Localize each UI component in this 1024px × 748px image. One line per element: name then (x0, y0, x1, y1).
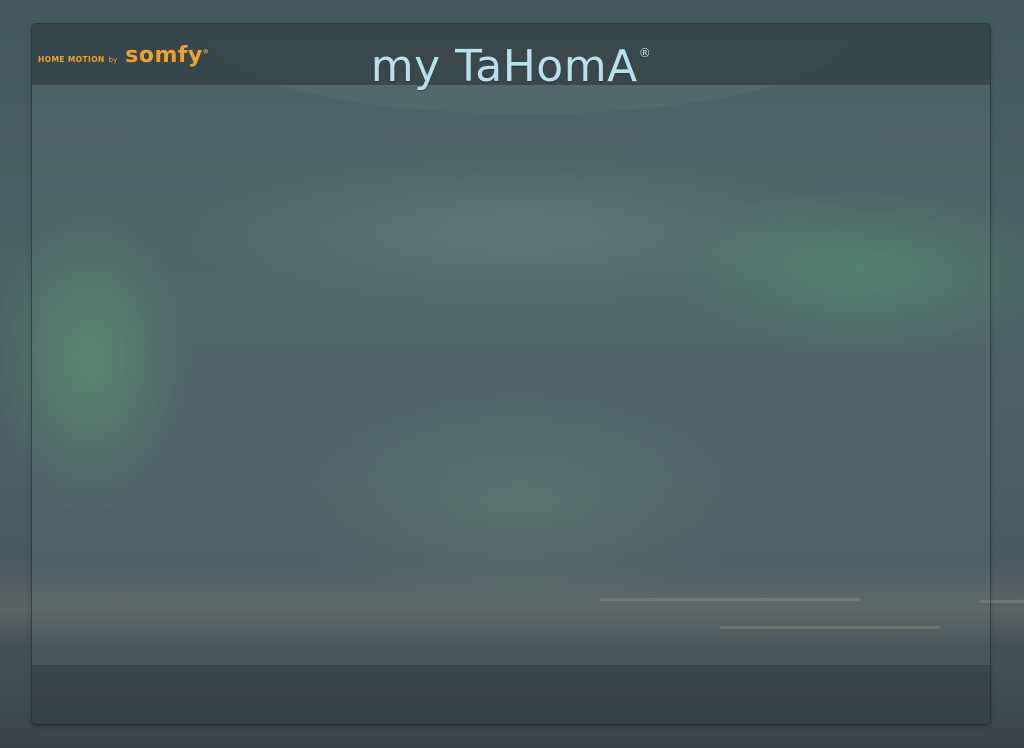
main-content-panel (32, 85, 990, 665)
app-footer (32, 665, 990, 724)
app-title-registered-mark: ® (638, 46, 652, 60)
app-title-text: my TaHomA (370, 41, 638, 92)
app-header: HOME MOTION by somfy® my TaHomA® (32, 24, 990, 92)
app-frame: HOME MOTION by somfy® my TaHomA® (32, 24, 990, 724)
app-title: my TaHomA® (32, 24, 990, 96)
